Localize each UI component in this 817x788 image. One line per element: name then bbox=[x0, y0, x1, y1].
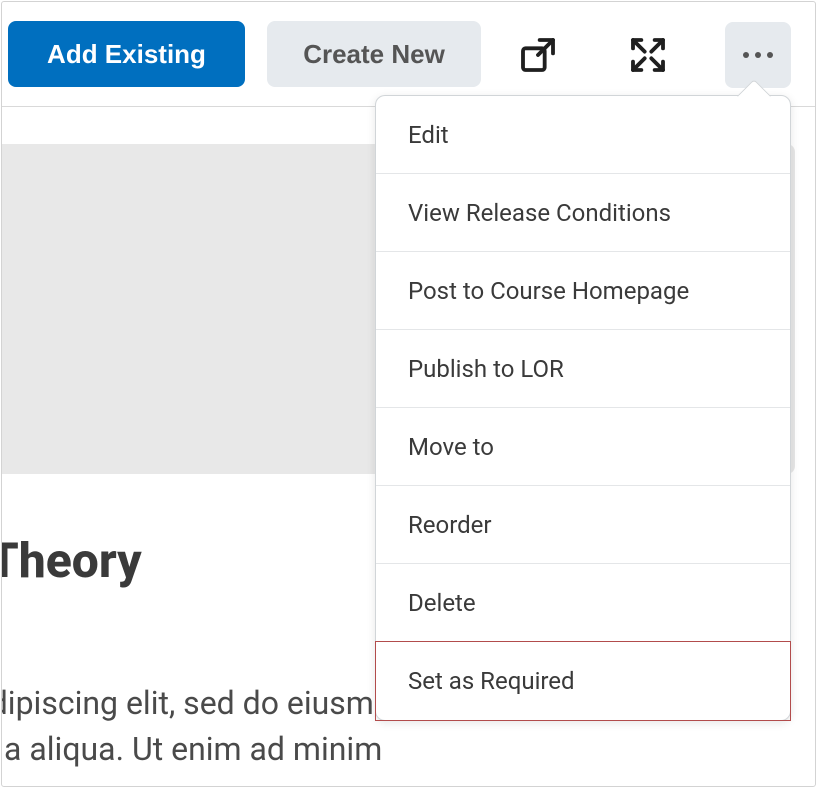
menu-item-post-to-course-homepage[interactable]: Post to Course Homepage bbox=[376, 252, 790, 330]
more-options-button[interactable] bbox=[725, 22, 791, 88]
add-existing-button[interactable]: Add Existing bbox=[8, 21, 245, 87]
page-title: ang Theory bbox=[1, 532, 142, 589]
menu-item-move-to[interactable]: Move to bbox=[376, 408, 790, 486]
menu-item-delete[interactable]: Delete bbox=[376, 564, 790, 642]
menu-item-edit[interactable]: Edit bbox=[376, 96, 790, 174]
more-options-menu: Edit View Release Conditions Post to Cou… bbox=[375, 95, 791, 721]
fullscreen-icon[interactable] bbox=[615, 22, 681, 88]
menu-item-publish-to-lor[interactable]: Publish to LOR bbox=[376, 330, 790, 408]
create-new-button[interactable]: Create New bbox=[267, 21, 481, 87]
menu-item-reorder[interactable]: Reorder bbox=[376, 486, 790, 564]
app-frame: Add Existing Create New bbox=[1, 1, 816, 787]
toolbar: Add Existing Create New bbox=[2, 2, 815, 107]
menu-item-set-as-required[interactable]: Set as Required bbox=[376, 642, 790, 720]
body-line-2: e magna aliqua. Ut enim ad minim bbox=[1, 726, 521, 772]
new-window-icon[interactable] bbox=[505, 22, 571, 88]
menu-item-view-release-conditions[interactable]: View Release Conditions bbox=[376, 174, 790, 252]
